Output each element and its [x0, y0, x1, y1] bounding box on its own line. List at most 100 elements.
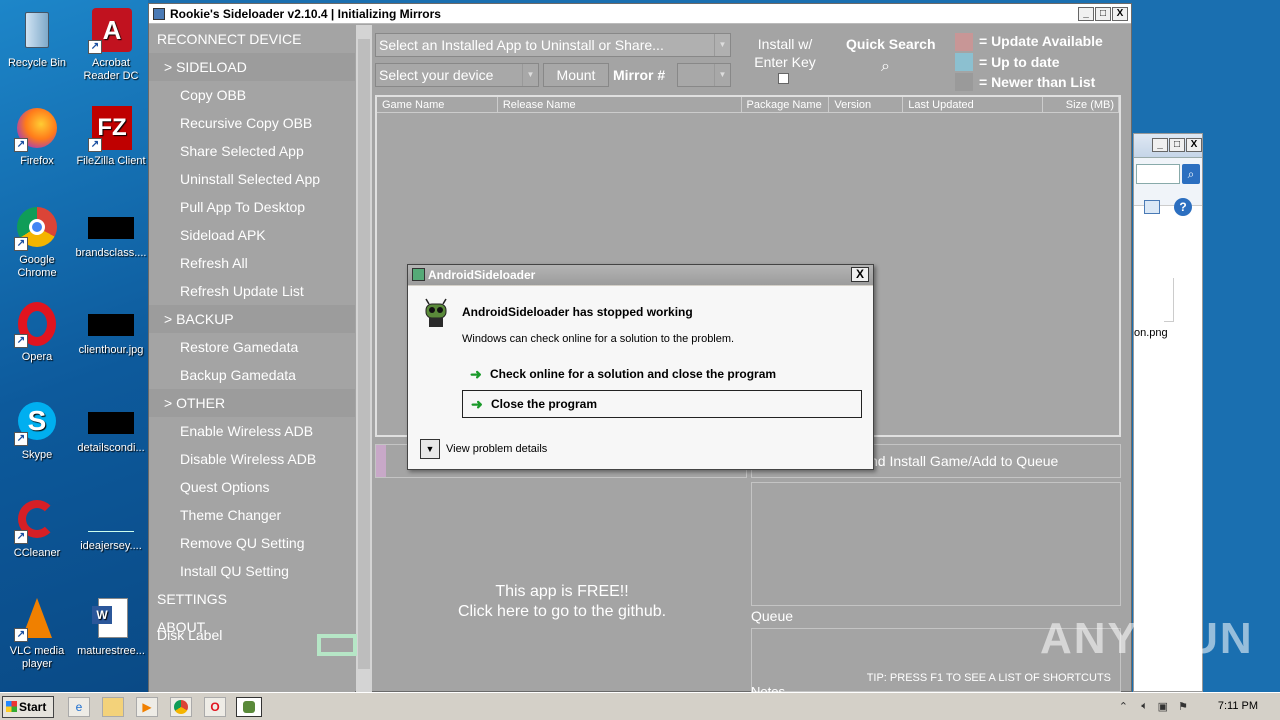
sidebar-item-reconnect-device[interactable]: RECONNECT DEVICE	[149, 25, 355, 53]
chrome-icon: ↗	[14, 205, 60, 251]
github-link[interactable]: This app is FREE!! Click here to go to t…	[375, 482, 749, 692]
action-center-icon[interactable]: ⚑	[1178, 700, 1188, 713]
sidebar-item-refresh-update-list[interactable]: Refresh Update List	[149, 277, 355, 305]
sidebar-item-copy-obb[interactable]: Copy OBB	[149, 81, 355, 109]
maximize-button[interactable]: □	[1169, 138, 1185, 152]
opera-icon[interactable]: O	[204, 697, 226, 717]
chrome-icon[interactable]	[170, 697, 192, 717]
sidebar-item-install-qu-setting[interactable]: Install QU Setting	[149, 557, 355, 585]
check-online-option[interactable]: ➜ Check online for a solution and close …	[462, 361, 862, 389]
desktop-icon-skype[interactable]: S ↗ Skype	[0, 400, 74, 462]
sidebar-scrollbar[interactable]	[356, 25, 372, 692]
taskbar: Start e ▶ O ⌃ 🔈︎ ▣ ⚑ 7:11 PM	[0, 692, 1280, 720]
sidebar-item-backup[interactable]: > BACKUP	[149, 305, 355, 333]
sidebar-item-settings[interactable]: SETTINGS	[149, 585, 355, 613]
tray-expand-icon[interactable]: ⌃	[1119, 700, 1128, 713]
sidebar-item-backup-gamedata[interactable]: Backup Gamedata	[149, 361, 355, 389]
desktop-icon-firefox[interactable]: ↗ Firefox	[0, 106, 74, 168]
dialog-subtext: Windows can check online for a solution …	[462, 333, 735, 345]
sidebar-item-quest-options[interactable]: Quest Options	[149, 473, 355, 501]
sidebar-item-sideload-apk[interactable]: Sideload APK	[149, 221, 355, 249]
shortcut-tip: TIP: PRESS F1 TO SEE A LIST OF SHORTCUTS	[866, 672, 1111, 684]
chevron-down-icon[interactable]: ▼	[420, 439, 440, 459]
minimize-button[interactable]: _	[1078, 7, 1094, 21]
volume-icon[interactable]: 🔈︎	[1141, 700, 1148, 713]
file-label[interactable]: on.png	[1134, 327, 1168, 339]
column-game-name[interactable]: Game Name	[377, 97, 498, 112]
vlc-icon: ↗	[14, 596, 60, 642]
column-package-name[interactable]: Package Name	[742, 97, 830, 112]
column-last-updated[interactable]: Last Updated	[903, 97, 1044, 112]
close-program-option[interactable]: ➜ Close the program	[462, 390, 862, 418]
install-enter-checkbox[interactable]	[778, 73, 789, 84]
close-button[interactable]: X	[851, 267, 869, 282]
desktop-icon-opera[interactable]: O ↗ Opera	[0, 302, 74, 364]
maximize-button[interactable]: □	[1095, 7, 1111, 21]
file-thumbnail-icon	[1164, 278, 1174, 322]
sidebar-item-other[interactable]: > OTHER	[149, 389, 355, 417]
sidebar-item-disable-wireless-adb[interactable]: Disable Wireless ADB	[149, 445, 355, 473]
start-button[interactable]: Start	[2, 696, 54, 718]
desktop-icon-acrobat[interactable]: A ↗ Acrobat Reader DC	[74, 8, 148, 83]
legend-newer-than-list: = Newer than List	[979, 74, 1096, 90]
mirror-combo[interactable]: ▼	[677, 63, 731, 87]
close-button[interactable]: X	[1112, 7, 1128, 21]
desktop-icon-recycle-bin[interactable]: Recycle Bin	[0, 8, 74, 70]
search-icon[interactable]: ⌕	[881, 58, 897, 75]
file-thumbnail-icon	[88, 412, 134, 434]
queue-label: Queue	[751, 608, 794, 624]
desktop-icon-vlc[interactable]: ↗ VLC media player	[0, 596, 74, 671]
device-combo[interactable]: Select your device ▼	[375, 63, 539, 87]
scrollbar-thumb[interactable]	[358, 39, 370, 669]
column-size[interactable]: Size (MB)	[1043, 97, 1120, 112]
sideloader-taskbar-icon[interactable]	[236, 697, 262, 717]
desktop-icon-chrome[interactable]: ↗ Google Chrome	[0, 205, 74, 280]
sidebar-item-remove-qu-setting[interactable]: Remove QU Setting	[149, 529, 355, 557]
view-details-label[interactable]: View problem details	[446, 443, 547, 455]
sidebar-item-refresh-all[interactable]: Refresh All	[149, 249, 355, 277]
explorer-search-input[interactable]	[1136, 164, 1180, 184]
android-robot-icon	[425, 298, 447, 327]
sidebar-item-recursive-copy-obb[interactable]: Recursive Copy OBB	[149, 109, 355, 137]
preview-pane-icon[interactable]	[1144, 200, 1160, 214]
notes-box[interactable]	[751, 482, 1121, 606]
ie-icon[interactable]: e	[68, 697, 90, 717]
disk-space-indicator	[317, 634, 357, 656]
dialog-titlebar[interactable]: AndroidSideloader X	[408, 265, 873, 285]
sidebar-item-theme-changer[interactable]: Theme Changer	[149, 501, 355, 529]
sidebar-item-restore-gamedata[interactable]: Restore Gamedata	[149, 333, 355, 361]
sidebar-item-pull-app-to-desktop[interactable]: Pull App To Desktop	[149, 193, 355, 221]
clock[interactable]: 7:11 PM	[1218, 700, 1258, 712]
window-titlebar[interactable]: Rookie's Sideloader v2.10.4 | Initializi…	[149, 4, 1131, 24]
network-icon[interactable]: ▣	[1158, 700, 1168, 713]
error-dialog[interactable]: AndroidSideloader X AndroidSideloader ha…	[407, 264, 874, 470]
green-arrow-icon: ➜	[470, 366, 482, 382]
desktop-icon-ccleaner[interactable]: ↗ CCleaner	[0, 498, 74, 560]
sidebar-item-share-selected-app[interactable]: Share Selected App	[149, 137, 355, 165]
desktop-icon-ideajersey[interactable]: ideajersey....	[74, 498, 148, 553]
sidebar-item-uninstall-selected-app[interactable]: Uninstall Selected App	[149, 165, 355, 193]
desktop-icon-filezilla[interactable]: FZ ↗ FileZilla Client	[74, 106, 148, 168]
disk-label: Disk Label	[157, 627, 223, 643]
background-explorer-window[interactable]: _ □ X ⌕ ? on.png	[1133, 133, 1203, 692]
close-button[interactable]: X	[1186, 138, 1202, 152]
installed-app-combo[interactable]: Select an Installed App to Uninstall or …	[375, 33, 731, 57]
minimize-button[interactable]: _	[1152, 138, 1168, 152]
sidebar-item-enable-wireless-adb[interactable]: Enable Wireless ADB	[149, 417, 355, 445]
skype-icon: S ↗	[14, 400, 60, 446]
word-document-icon: W	[88, 596, 134, 642]
column-version[interactable]: Version	[829, 97, 904, 112]
desktop-icon-detailscondi[interactable]: detailscondi...	[74, 400, 148, 455]
file-thumbnail-icon	[88, 510, 134, 532]
desktop-icon-clienthour[interactable]: clienthour.jpg	[74, 302, 148, 357]
column-release-name[interactable]: Release Name	[498, 97, 742, 112]
search-icon[interactable]: ⌕	[1182, 164, 1200, 184]
file-thumbnail-icon	[88, 217, 134, 239]
help-icon[interactable]: ?	[1174, 198, 1192, 216]
desktop-icon-maturestree[interactable]: W maturestree...	[74, 596, 148, 658]
explorer-icon[interactable]	[102, 697, 124, 717]
media-player-icon[interactable]: ▶	[136, 697, 158, 717]
desktop-icon-brandsclass[interactable]: brandsclass....	[74, 205, 148, 260]
mount-button[interactable]: Mount	[543, 63, 609, 87]
sidebar-item-sideload[interactable]: > SIDELOAD	[149, 53, 355, 81]
